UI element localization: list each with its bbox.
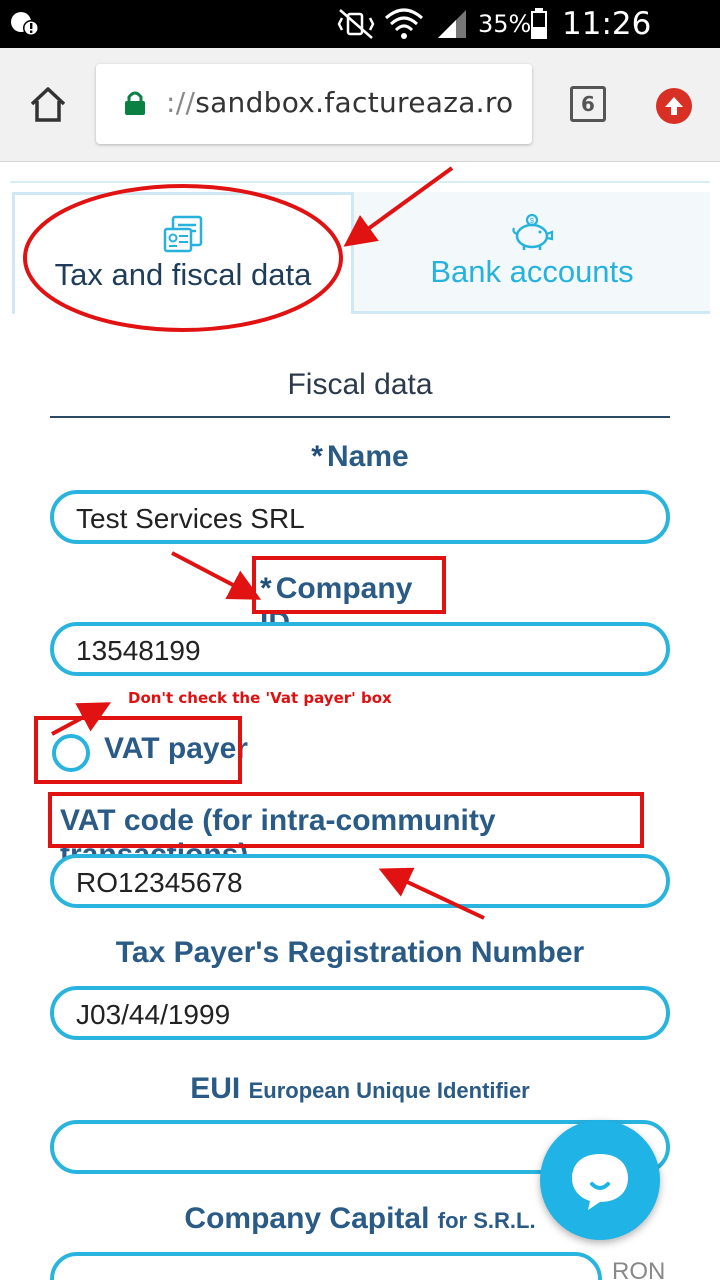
registration-value: J03/44/1999	[76, 999, 231, 1030]
tab-tax-label: Tax and fiscal data	[54, 257, 312, 292]
url-text: ://sandbox.factureaza.ro	[166, 86, 514, 119]
update-icon[interactable]	[656, 88, 692, 124]
annotation-box-vat-payer	[34, 716, 242, 784]
svg-text:$: $	[530, 218, 534, 225]
address-bar[interactable]: ://sandbox.factureaza.ro	[96, 64, 532, 144]
piggy-bank-icon: $	[512, 213, 554, 250]
battery-icon	[531, 8, 547, 39]
battery-percent: 35%	[478, 10, 532, 38]
vat-code-field[interactable]: RO12345678	[50, 854, 670, 908]
section-title: Fiscal data	[287, 368, 433, 401]
chat-button[interactable]	[540, 1120, 660, 1240]
annotation-box-company-id	[252, 556, 446, 614]
registration-field[interactable]: J03/44/1999	[50, 986, 670, 1040]
page-divider	[10, 181, 710, 183]
tab-bank-accounts[interactable]: $ Bank accounts	[354, 192, 710, 314]
tab-tax-fiscal-data[interactable]: Tax and fiscal data	[12, 192, 354, 314]
lock-icon	[125, 91, 145, 115]
wifi-icon	[385, 8, 423, 39]
registration-label: Tax Payer's Registration Number	[115, 936, 585, 969]
eui-label: EUI European Unique Identifier	[190, 1072, 530, 1105]
annotation-box-vat-code	[48, 792, 644, 848]
name-label: * Name	[311, 440, 409, 473]
home-icon[interactable]	[28, 84, 68, 124]
name-field[interactable]: Test Services SRL	[50, 490, 670, 544]
company-id-field[interactable]: 13548199	[50, 622, 670, 676]
vat-code-value: RO12345678	[76, 867, 243, 898]
capital-field[interactable]	[50, 1252, 602, 1280]
vibrate-mute-icon	[337, 9, 375, 39]
tab-bank-label: Bank accounts	[430, 254, 634, 289]
section-divider	[50, 416, 670, 418]
currency-label: RON	[612, 1258, 666, 1280]
chat-bubble-icon	[572, 1154, 628, 1210]
name-value: Test Services SRL	[76, 503, 305, 534]
tab-switcher-button[interactable]: 6	[570, 86, 606, 122]
status-bar: 35% 11:26 a.m.	[0, 0, 720, 78]
id-card-icon	[163, 215, 203, 253]
company-id-value: 13548199	[76, 635, 201, 666]
browser-toolbar: ://sandbox.factureaza.ro 6	[0, 48, 720, 162]
signal-icon	[438, 10, 466, 38]
annotation-note: Don't check the 'Vat payer' box	[128, 689, 392, 707]
notification-icon	[11, 12, 39, 36]
